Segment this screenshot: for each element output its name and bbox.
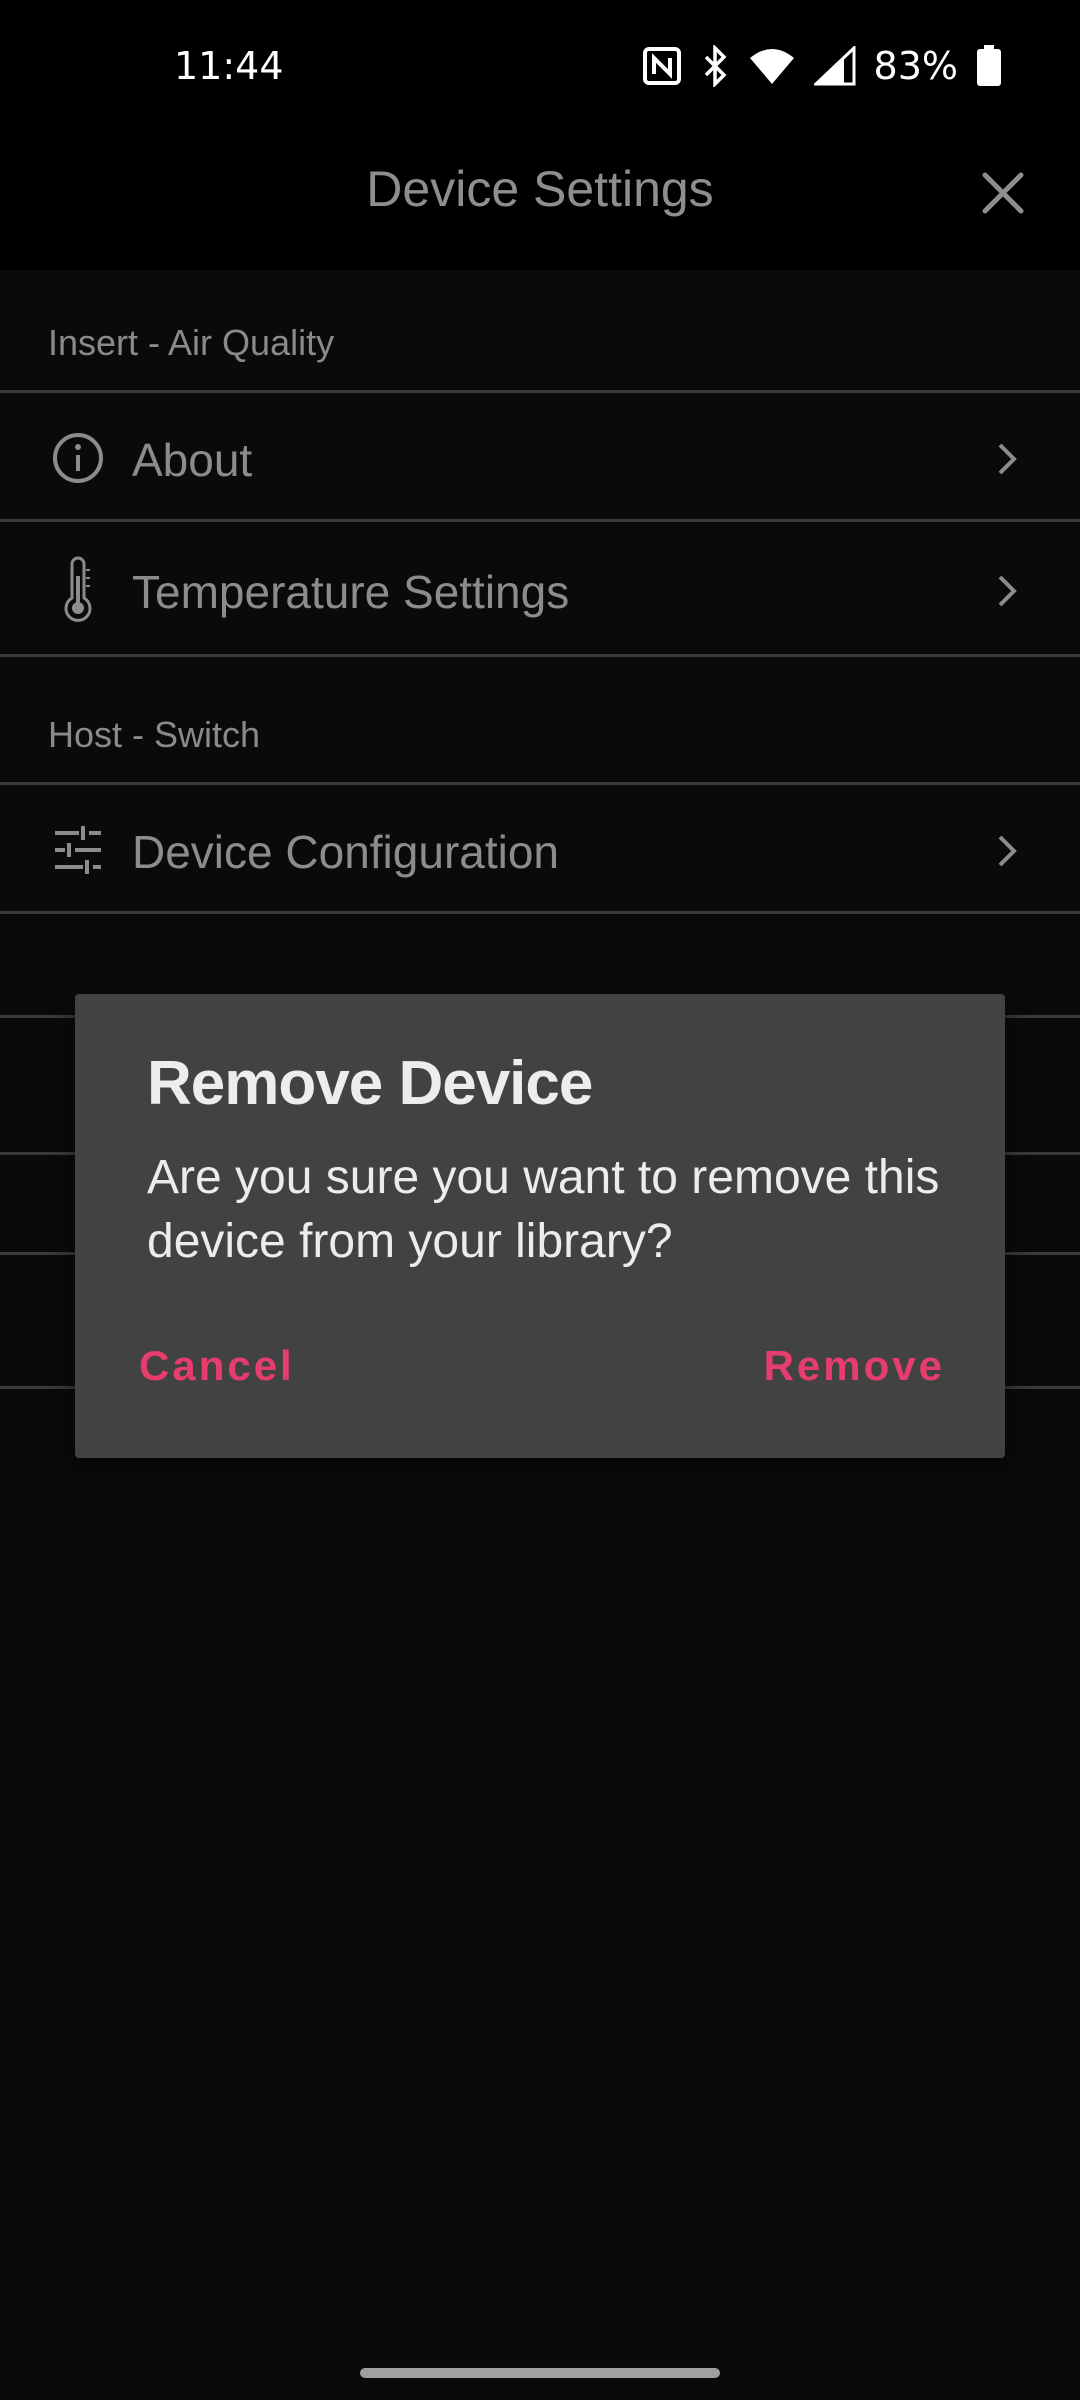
settings-row-label: Device Configuration <box>132 826 560 878</box>
thermometer-icon <box>48 555 108 625</box>
bluetooth-icon <box>700 45 730 87</box>
close-icon <box>979 169 1027 222</box>
status-bar: 11:44 83% <box>0 0 1080 140</box>
dialog-message: Are you sure you want to remove this dev… <box>147 1151 940 1268</box>
settings-row-about[interactable]: About <box>0 390 1080 522</box>
status-icons: 83% <box>642 44 1002 88</box>
home-indicator[interactable] <box>360 2368 720 2378</box>
battery-percent: 83% <box>873 44 958 88</box>
battery-icon <box>976 45 1002 87</box>
signal-icon <box>813 46 856 86</box>
cancel-button[interactable]: Cancel <box>139 1342 295 1390</box>
settings-row-device-configuration[interactable]: Device Configuration <box>0 782 1080 914</box>
chevron-right-icon <box>992 829 1022 873</box>
settings-row-temperature[interactable]: Temperature Settings <box>0 525 1080 657</box>
remove-button[interactable]: Remove <box>764 1342 945 1390</box>
section-header-host: Host - Switch <box>48 714 261 755</box>
page-title: Device Settings <box>366 161 714 217</box>
remove-device-dialog: Remove Device Are you sure you want to r… <box>75 994 1005 1458</box>
nfc-icon <box>642 46 682 86</box>
wifi-icon <box>748 46 796 86</box>
chevron-right-icon <box>992 569 1022 613</box>
settings-row-label: About <box>132 434 253 486</box>
info-icon <box>48 423 108 493</box>
close-button[interactable] <box>968 160 1038 230</box>
dialog-title: Remove Device <box>147 1049 593 1118</box>
settings-row-label: Temperature Settings <box>132 566 570 618</box>
sliders-icon <box>48 815 108 885</box>
chevron-right-icon <box>992 437 1022 481</box>
status-time: 11:44 <box>174 44 284 88</box>
section-header-insert: Insert - Air Quality <box>48 322 335 363</box>
